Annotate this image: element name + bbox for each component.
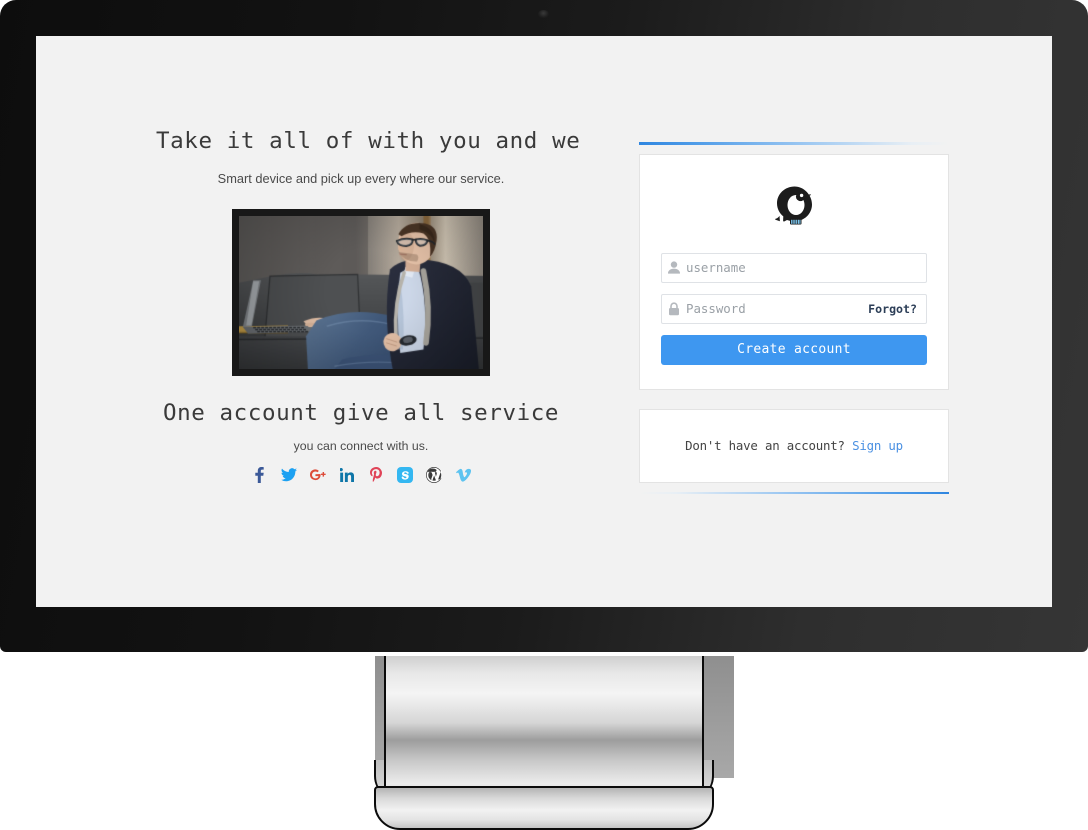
- subheadline-primary: Smart device and pick up every where our…: [217, 171, 505, 186]
- stand-neck: [384, 656, 704, 801]
- marketing-column: Take it all of with you and we Smart dev…: [156, 128, 581, 483]
- create-account-button[interactable]: Create account: [661, 334, 927, 365]
- linkedin-icon[interactable]: [339, 467, 355, 483]
- password-input[interactable]: [686, 294, 869, 323]
- signup-link[interactable]: Sign up: [852, 438, 903, 453]
- monitor-mockup: Take it all of with you and we Smart dev…: [0, 0, 1088, 830]
- headline-secondary: One account give all service: [162, 400, 560, 426]
- penguin-bird-logo: [661, 185, 927, 231]
- user-icon: [662, 261, 686, 274]
- monitor-screen: Take it all of with you and we Smart dev…: [36, 36, 1052, 607]
- facebook-icon[interactable]: [252, 467, 268, 483]
- page-content: Take it all of with you and we Smart dev…: [36, 36, 1052, 607]
- auth-column: Forgot? Create account Don't have an acc…: [639, 142, 949, 494]
- accent-bar-bottom: [639, 491, 949, 494]
- lock-icon: [662, 301, 686, 316]
- username-field-wrap[interactable]: [661, 252, 927, 283]
- accent-bar-top: [639, 142, 949, 145]
- stand-base: [374, 786, 714, 830]
- twitter-icon[interactable]: [280, 467, 297, 483]
- skype-icon[interactable]: [396, 467, 413, 483]
- wordpress-icon[interactable]: [425, 467, 442, 483]
- signup-prompt: Don't have an account? Sign up: [685, 438, 903, 453]
- username-input[interactable]: [686, 253, 926, 282]
- password-field-wrap[interactable]: Forgot?: [661, 293, 927, 324]
- forgot-password-link[interactable]: Forgot?: [868, 302, 926, 316]
- subheadline-secondary: you can connect with us.: [293, 439, 429, 453]
- vimeo-icon[interactable]: [455, 467, 471, 483]
- social-links-row: [156, 467, 566, 483]
- signup-prompt-text: Don't have an account?: [685, 437, 845, 453]
- headline-primary: Take it all of with you and we: [156, 128, 581, 154]
- login-card: Forgot? Create account: [639, 153, 949, 390]
- camera-dot-icon: [538, 10, 549, 18]
- hero-photo-image: [239, 216, 483, 369]
- googleplus-icon[interactable]: [309, 467, 326, 483]
- hero-photo: [232, 209, 490, 376]
- pinterest-icon[interactable]: [368, 467, 384, 483]
- monitor-stand: [0, 640, 1088, 830]
- signup-card: Don't have an account? Sign up: [639, 408, 949, 483]
